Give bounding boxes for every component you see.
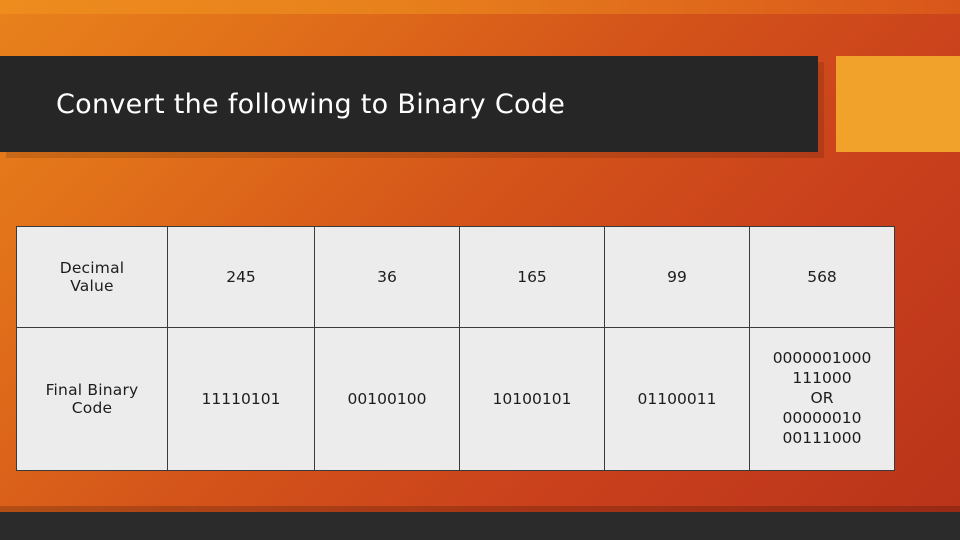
binary-value-3: 10100101 xyxy=(459,327,605,471)
page-title: Convert the following to Binary Code xyxy=(56,88,566,120)
row-header-decimal-value: Decimal Value xyxy=(16,226,168,328)
binary-value-5-line-2: 111000 xyxy=(792,369,852,388)
binary-value-5-line-3: OR xyxy=(810,389,834,408)
decimal-value-1: 245 xyxy=(167,226,315,328)
binary-value-5-line-4: 00000010 xyxy=(782,408,862,427)
row-header-line-1: Decimal xyxy=(59,259,125,277)
binary-value-4: 01100011 xyxy=(604,327,750,471)
top-accent-strip xyxy=(0,0,960,14)
row-header-line-1: Final Binary xyxy=(45,381,139,399)
conversion-table: Decimal Value 245 36 165 99 568 Final Bi… xyxy=(16,226,895,471)
decimal-value-2: 36 xyxy=(314,226,460,328)
row-header-line-2: Code xyxy=(71,399,113,417)
row-header-line-2: Value xyxy=(70,277,114,295)
slide: Convert the following to Binary Code Dec… xyxy=(0,0,960,540)
table-container: Decimal Value 245 36 165 99 568 Final Bi… xyxy=(16,226,895,471)
binary-value-2: 00100100 xyxy=(314,327,460,471)
bottom-bar xyxy=(0,512,960,540)
binary-value-5-line-5: 00111000 xyxy=(782,428,862,447)
decimal-value-5: 568 xyxy=(749,226,895,328)
title-banner: Convert the following to Binary Code xyxy=(0,56,818,152)
table-row: Final Binary Code 11110101 00100100 1010… xyxy=(16,327,895,471)
decimal-value-3: 165 xyxy=(459,226,605,328)
gold-accent-block xyxy=(836,56,960,152)
binary-value-1: 11110101 xyxy=(167,327,315,471)
binary-value-5: 0000001000 111000 OR 00000010 00111000 xyxy=(749,327,895,471)
row-header-final-binary-code: Final Binary Code xyxy=(16,327,168,471)
binary-value-5-line-1: 0000001000 xyxy=(772,349,872,368)
decimal-value-4: 99 xyxy=(604,226,750,328)
table-row: Decimal Value 245 36 165 99 568 xyxy=(16,226,895,328)
